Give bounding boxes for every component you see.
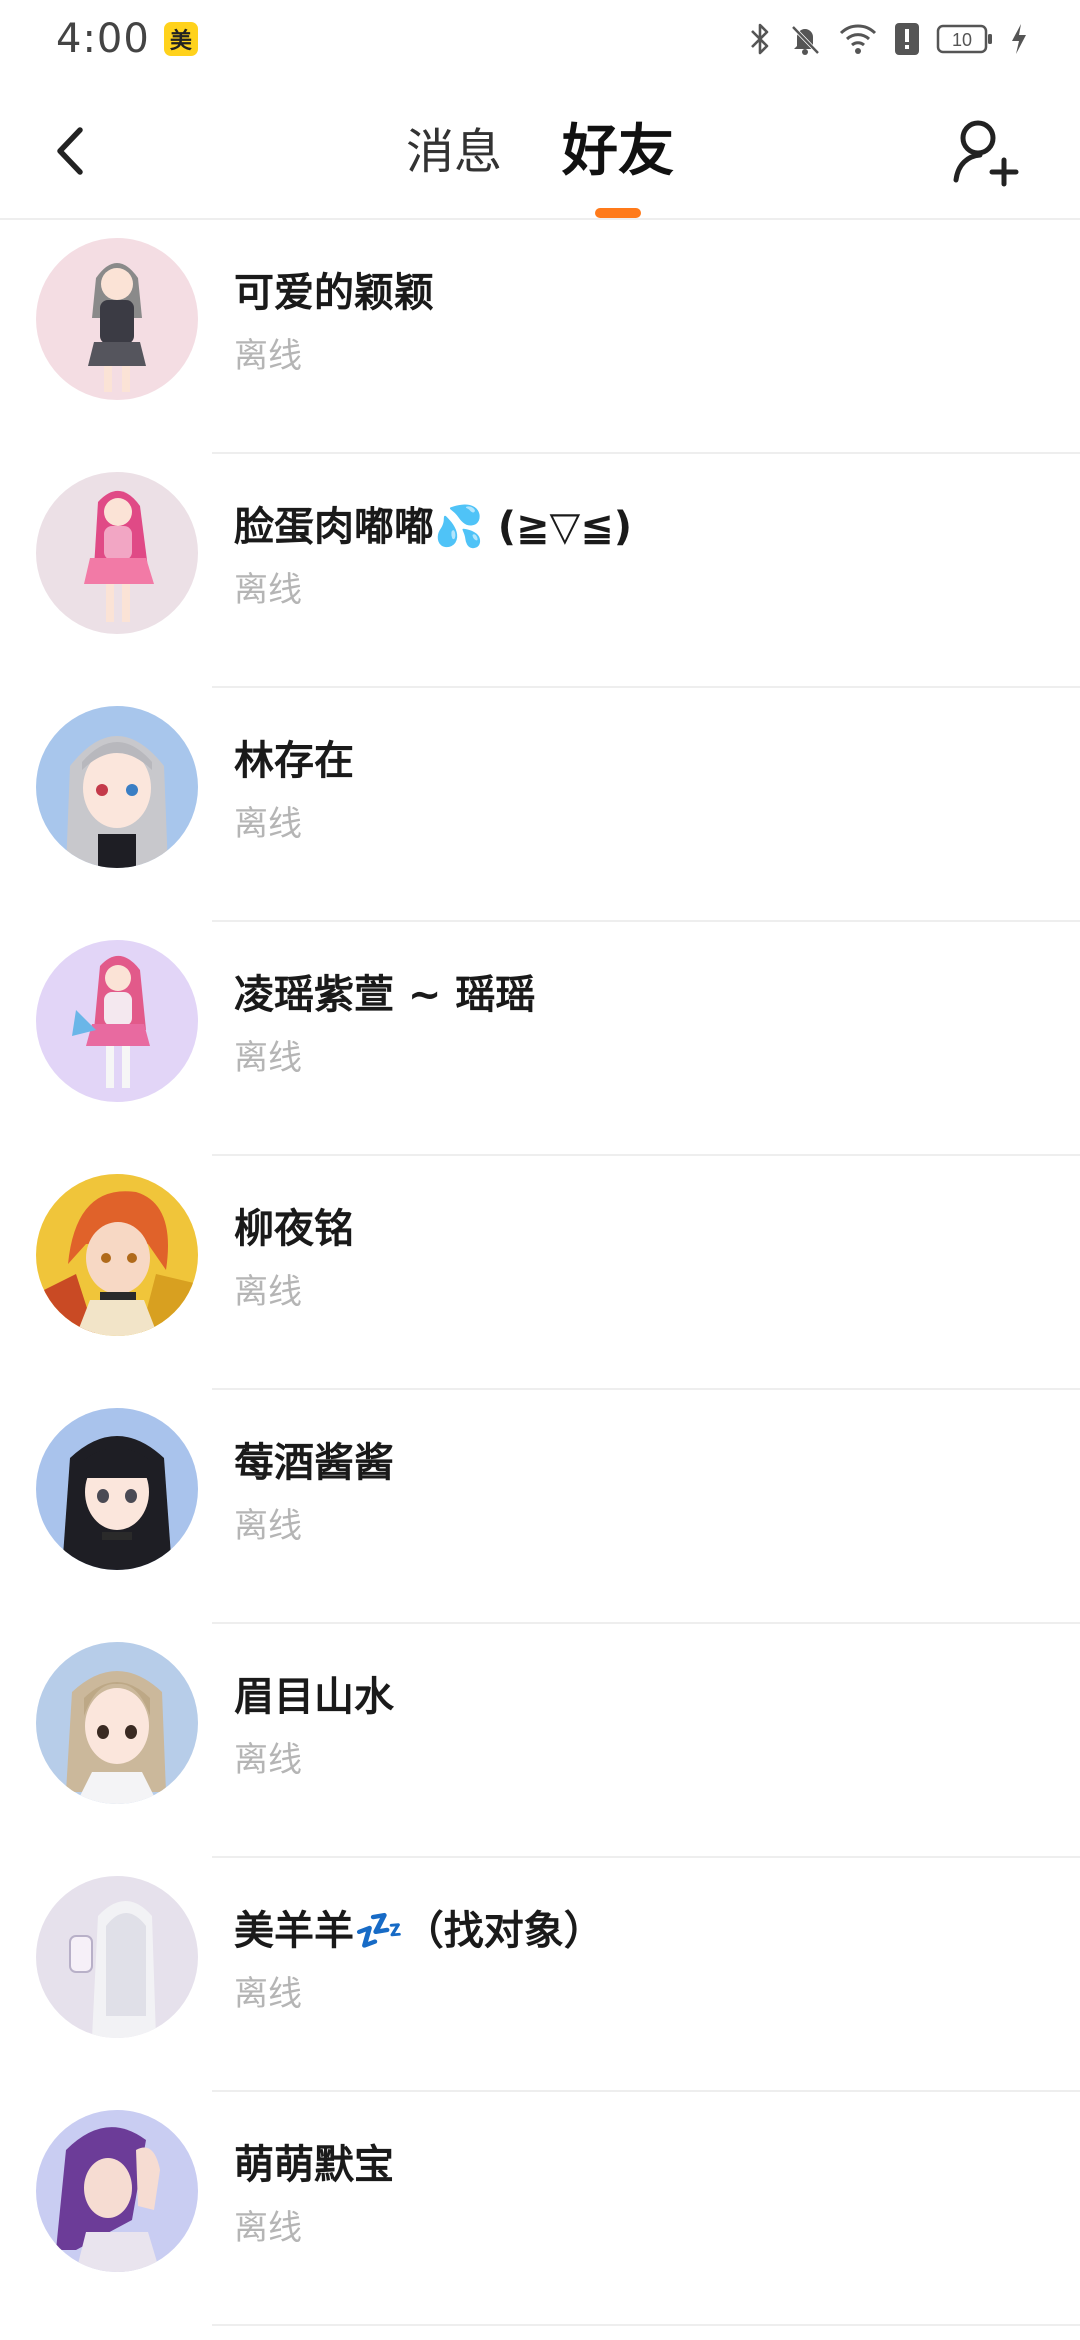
bell-off-icon bbox=[788, 22, 822, 56]
friend-status: 离线 bbox=[234, 1506, 302, 1546]
friend-row[interactable]: 可爱的颖颖 离线 bbox=[0, 220, 1080, 454]
friend-status: 离线 bbox=[234, 1740, 302, 1780]
friend-name: 可爱的颖颖 bbox=[234, 270, 434, 316]
status-right: 10 bbox=[748, 22, 1028, 56]
svg-text:10: 10 bbox=[952, 30, 972, 50]
tab-friends[interactable]: 好友 bbox=[556, 116, 680, 218]
status-left: 4:00 美 bbox=[56, 16, 198, 62]
charging-icon bbox=[1010, 22, 1028, 56]
status-bar: 4:00 美 10 bbox=[0, 0, 1080, 78]
friend-name: 莓酒酱酱 bbox=[234, 1440, 394, 1486]
avatar[interactable] bbox=[36, 1876, 198, 2038]
avatar[interactable] bbox=[36, 706, 198, 868]
friend-row[interactable]: 眉目山水 离线 bbox=[0, 1624, 1080, 1858]
friend-name: 柳夜铭 bbox=[234, 1206, 354, 1252]
friend-status: 离线 bbox=[234, 336, 302, 376]
friend-name: 萌萌默宝 bbox=[234, 2142, 394, 2188]
wifi-icon bbox=[838, 22, 878, 56]
bluetooth-icon bbox=[748, 22, 772, 56]
add-friend-button[interactable] bbox=[948, 114, 1024, 190]
app-badge: 美 bbox=[163, 22, 198, 56]
alert-icon bbox=[894, 22, 920, 56]
app-header: 消息 好友 bbox=[0, 78, 1080, 220]
friend-row[interactable]: 柳夜铭 离线 bbox=[0, 1156, 1080, 1390]
friend-name: 凌瑶紫萱 ~ 瑶瑶 bbox=[234, 972, 536, 1018]
friend-row[interactable]: 凌瑶紫萱 ~ 瑶瑶 离线 bbox=[0, 922, 1080, 1156]
avatar[interactable] bbox=[36, 472, 198, 634]
battery-icon: 10 bbox=[936, 22, 994, 56]
add-user-icon bbox=[953, 120, 1019, 187]
friend-list: 可爱的颖颖 离线 脸蛋肉嘟嘟💦 (≧▽≦) 离线 林存在 离线 凌瑶紫萱 ~ 瑶… bbox=[0, 220, 1080, 2326]
friend-row[interactable]: 萌萌默宝 离线 bbox=[0, 2092, 1080, 2326]
avatar[interactable] bbox=[36, 1642, 198, 1804]
friend-name: 眉目山水 bbox=[234, 1674, 394, 1720]
friend-row[interactable]: 莓酒酱酱 离线 bbox=[0, 1390, 1080, 1624]
friend-status: 离线 bbox=[234, 1038, 302, 1078]
friend-status: 离线 bbox=[234, 804, 302, 844]
tab-friends-label: 好友 bbox=[562, 119, 674, 184]
friend-status: 离线 bbox=[234, 570, 302, 610]
tab-messages[interactable]: 消息 bbox=[400, 116, 508, 188]
avatar[interactable] bbox=[36, 2110, 198, 2272]
tab-bar: 消息 好友 bbox=[0, 116, 1080, 218]
avatar[interactable] bbox=[36, 1408, 198, 1570]
friend-name: 美羊羊💤（找对象） bbox=[234, 1908, 604, 1954]
friend-status: 离线 bbox=[234, 1974, 302, 2014]
friend-name: 林存在 bbox=[234, 738, 354, 784]
active-tab-indicator bbox=[595, 208, 641, 218]
friend-name: 脸蛋肉嘟嘟💦 (≧▽≦) bbox=[234, 504, 633, 550]
avatar[interactable] bbox=[36, 940, 198, 1102]
avatar[interactable] bbox=[36, 238, 198, 400]
status-time: 4:00 bbox=[56, 16, 150, 62]
friend-status: 离线 bbox=[234, 2208, 302, 2248]
friend-row[interactable]: 美羊羊💤（找对象） 离线 bbox=[0, 1858, 1080, 2092]
friend-row[interactable]: 林存在 离线 bbox=[0, 688, 1080, 922]
friend-row[interactable]: 脸蛋肉嘟嘟💦 (≧▽≦) 离线 bbox=[0, 454, 1080, 688]
avatar[interactable] bbox=[36, 1174, 198, 1336]
friend-status: 离线 bbox=[234, 1272, 302, 1312]
row-divider bbox=[212, 2324, 1080, 2326]
